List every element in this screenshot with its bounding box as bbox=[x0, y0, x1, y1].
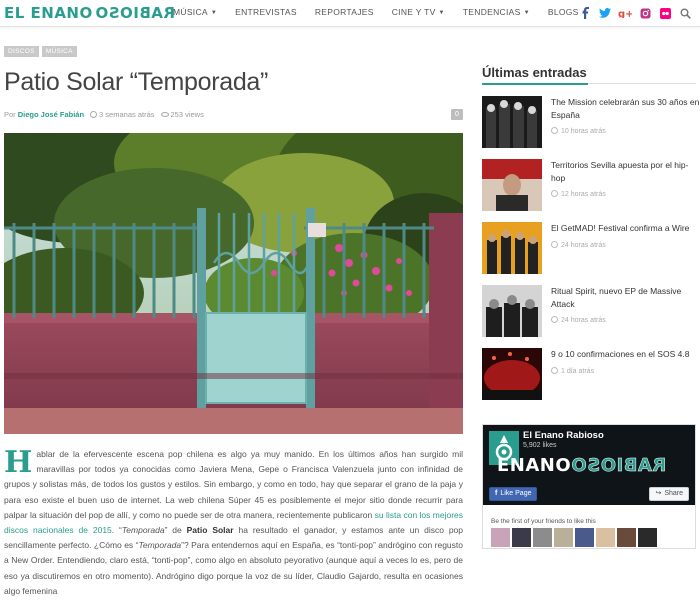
friend-avatars bbox=[491, 528, 657, 547]
article-text: . “ bbox=[111, 525, 122, 536]
share-button[interactable]: ↪ Share bbox=[649, 487, 689, 501]
entry-time: 10 horas atrás bbox=[551, 127, 606, 135]
avatar[interactable] bbox=[596, 528, 615, 547]
entry-title[interactable]: Territorios Sevilla apuesta por el hip-h… bbox=[551, 159, 700, 184]
entry-title[interactable]: 9 o 10 confirmaciones en el SOS 4.8 bbox=[551, 348, 700, 361]
logo-text-left: EL ENANO bbox=[4, 4, 93, 22]
entry-time: 1 día atrás bbox=[551, 367, 594, 375]
avatar[interactable] bbox=[575, 528, 594, 547]
menu-item-cine-y-tv[interactable]: CINE Y TV ▼ bbox=[383, 0, 454, 27]
sidebar-entry[interactable]: El GetMAD! Festival confirma a Wire 24 h… bbox=[482, 222, 700, 274]
chevron-down-icon: ▼ bbox=[210, 10, 218, 16]
clock-icon bbox=[551, 316, 558, 323]
author-prefix: Por bbox=[4, 110, 16, 119]
article-body: Hablar de la efervescente escena pop chi… bbox=[4, 447, 463, 599]
entry-thumbnail[interactable] bbox=[482, 222, 542, 274]
facebook-cover[interactable]: El Enano Rabioso 5,902 likes ENANORABIOS… bbox=[483, 425, 695, 505]
share-icon: ↪ bbox=[655, 490, 662, 497]
avatar[interactable] bbox=[533, 528, 552, 547]
post-title: Patio Solar “Temporada” bbox=[4, 68, 269, 96]
clock-icon bbox=[551, 367, 558, 374]
entry-time: 12 horas atrás bbox=[551, 190, 606, 198]
entry-thumbnail[interactable] bbox=[482, 348, 542, 400]
clock-icon bbox=[551, 127, 558, 134]
entry-title[interactable]: El GetMAD! Festival confirma a Wire bbox=[551, 222, 700, 235]
site-logo[interactable]: EL ENANO RABIOSO bbox=[4, 4, 175, 24]
comment-count-badge[interactable]: 0 bbox=[451, 109, 463, 120]
avatar[interactable] bbox=[638, 528, 657, 547]
band-name-bold: Patio Solar bbox=[186, 525, 234, 536]
drop-cap: H bbox=[4, 445, 33, 480]
twitter-icon[interactable] bbox=[598, 6, 612, 20]
facebook-page-name[interactable]: El Enano Rabioso bbox=[523, 430, 604, 441]
clock-icon bbox=[90, 111, 98, 118]
clock-icon bbox=[551, 190, 558, 197]
sidebar-entry[interactable]: 9 o 10 confirmaciones en el SOS 4.8 1 dí… bbox=[482, 348, 700, 400]
avatar[interactable] bbox=[617, 528, 636, 547]
facebook-f-icon: f bbox=[495, 490, 498, 497]
top-navbar: EL ENANO RABIOSO MÚSICA ▼ ENTREVISTAS REPORT… bbox=[0, 0, 700, 27]
post-meta: Por Diego José Fabián 3 semanas atrás 25… bbox=[4, 110, 204, 119]
chevron-down-icon: ▼ bbox=[438, 10, 445, 16]
tag-discos[interactable]: DISCOS bbox=[4, 46, 39, 57]
menu-item-m-sica[interactable]: MÚSICA ▼ bbox=[164, 0, 226, 27]
entry-title[interactable]: The Mission celebrarán sus 30 años en Es… bbox=[551, 96, 700, 121]
sidebar-entry[interactable]: Territorios Sevilla apuesta por el hip-h… bbox=[482, 159, 700, 211]
sidebar-title: Últimas entradas bbox=[482, 65, 587, 80]
search-icon[interactable] bbox=[678, 6, 692, 20]
sidebar-entry[interactable]: The Mission celebrarán sus 30 años en Es… bbox=[482, 96, 700, 148]
menu-item-reportajes[interactable]: REPORTAJES bbox=[306, 0, 383, 27]
album-title-em: Temporada bbox=[121, 525, 165, 536]
hero-image bbox=[4, 133, 463, 434]
svg-text:g+: g+ bbox=[618, 9, 632, 18]
entry-thumbnail[interactable] bbox=[482, 96, 542, 148]
main-menu: MÚSICA ▼ ENTREVISTAS REPORTAJES CINE Y TV ▼ TE… bbox=[164, 0, 597, 27]
sidebar-entry[interactable]: Ritual Spirit, nuevo EP de Massive Attac… bbox=[482, 285, 700, 337]
breadcrumb: DISCOS MÚSICA bbox=[4, 46, 77, 57]
entry-time: 24 horas atrás bbox=[551, 316, 606, 324]
facebook-page-widget: El Enano Rabioso 5,902 likes ENANORABIOS… bbox=[482, 424, 696, 549]
social-links: g+ bbox=[578, 6, 692, 20]
instagram-icon[interactable] bbox=[638, 6, 652, 20]
facebook-likes-count: 5,902 likes bbox=[523, 442, 557, 449]
post-date: 3 semanas atrás bbox=[99, 110, 155, 119]
facebook-icon[interactable] bbox=[578, 6, 592, 20]
menu-item-tendencias[interactable]: TENDENCIAS ▼ bbox=[454, 0, 539, 27]
article-text: ” de bbox=[164, 525, 187, 536]
eye-icon bbox=[160, 112, 169, 117]
entry-time: 24 horas atrás bbox=[551, 241, 606, 249]
flickr-icon[interactable] bbox=[658, 6, 672, 20]
avatar[interactable] bbox=[554, 528, 573, 547]
menu-item-entrevistas[interactable]: ENTREVISTAS bbox=[226, 0, 306, 27]
sidebar-accent-line bbox=[482, 83, 588, 85]
google-plus-icon[interactable]: g+ bbox=[618, 6, 632, 20]
avatar[interactable] bbox=[512, 528, 531, 547]
friends-like-text: Be the first of your friends to like thi… bbox=[491, 518, 596, 525]
clock-icon bbox=[551, 241, 558, 248]
like-page-button[interactable]: f Like Page bbox=[489, 487, 538, 501]
entry-thumbnail[interactable] bbox=[482, 159, 542, 211]
author-link[interactable]: Diego José Fabián bbox=[18, 110, 84, 119]
cover-brand-text: ENANORABIOSO bbox=[497, 455, 667, 477]
album-title-em: Temporada bbox=[138, 540, 182, 551]
logo-text-right: RABIOSO bbox=[94, 4, 175, 22]
chevron-down-icon: ▼ bbox=[523, 10, 530, 16]
post-views: 253 views bbox=[170, 110, 204, 119]
entry-title[interactable]: Ritual Spirit, nuevo EP de Massive Attac… bbox=[551, 285, 700, 310]
avatar[interactable] bbox=[491, 528, 510, 547]
tag-musica[interactable]: MÚSICA bbox=[41, 46, 77, 57]
entry-thumbnail[interactable] bbox=[482, 285, 542, 337]
